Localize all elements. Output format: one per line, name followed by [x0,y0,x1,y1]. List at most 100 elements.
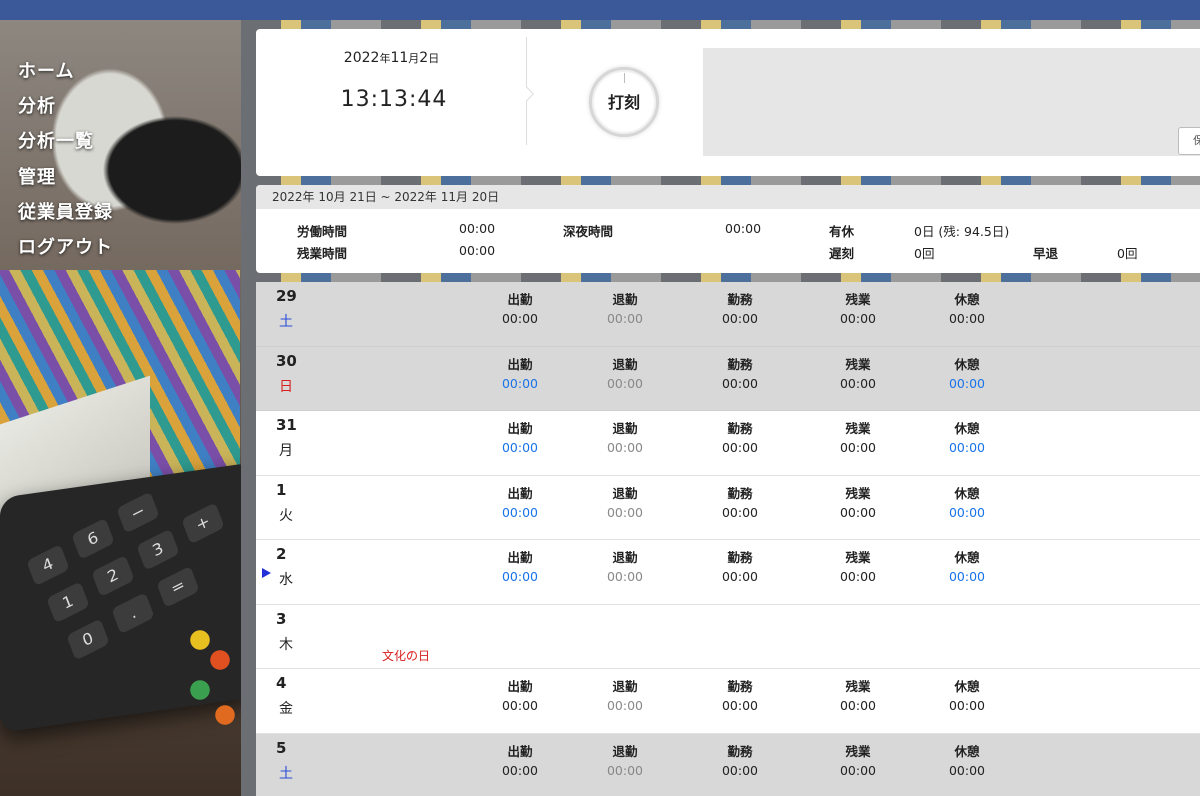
overtime-value: 00:00 [839,311,877,326]
memo-save-button[interactable]: 保 [1178,127,1200,155]
overtime-label: 残業 [845,485,871,501]
day-number: 2 [276,545,287,563]
day-row-29[interactable]: 29 土 出勤 00:00 退勤 00:00 勤務 00:00 残業 00:00 休憩 00:00 [256,282,1200,347]
overtime-label: 残業 [845,356,871,372]
day-number: 31 [276,416,297,434]
day-number: 30 [276,351,297,370]
work-label: 勤務 [727,485,753,501]
current-time: 13:13:44 [340,87,448,112]
day-number: 29 [276,287,297,305]
nav-item-home[interactable]: ホーム [18,61,113,97]
labor-time-value: 00:00 [459,221,496,236]
summary-panel: 2022年 10月 21日 ~ 2022年 11月 20日 労働時間 00:00… [256,185,1200,273]
current-date: 2022年11月2日 [343,50,440,66]
punch-button-label: 打刻 [607,93,640,112]
current-day-marker-icon [262,568,271,578]
day-row-3[interactable]: 3 木 文化の日 [256,604,1200,669]
sidebar: 4 6 − 1 2 3 + 0 . = ホーム 分析 分析一覧 管理 従業員登録… [0,20,255,796]
nav-item-logout[interactable]: ログアウト [18,237,113,273]
break-value: 00:00 [948,762,986,778]
clock-in-label: 出勤 [507,421,533,436]
early-leave-value: 0回 [1117,246,1138,261]
break-value: 00:00 [948,698,986,713]
late-value: 0回 [914,246,935,261]
clock-out-value: 00:00 [606,311,644,326]
break-value[interactable]: 00:00 [927,505,1007,520]
day-row-2[interactable]: 2 水 出勤 00:00 退勤 00:00 勤務 00:00 残業 00:00 休憩 00:00 [256,540,1200,605]
break-value[interactable]: 00:00 [927,440,1007,455]
clock-tick-icon [624,73,625,83]
break-value[interactable]: 00:00 [927,376,1007,391]
clock-in-label: 出勤 [507,292,533,307]
break-value[interactable]: 00:00 [927,569,1007,584]
clock-out-label: 退勤 [612,485,638,501]
clock-in-label: 出勤 [507,679,533,694]
clock-out-label: 退勤 [612,421,638,436]
overtime-label: 残業 [845,421,871,436]
break-label: 休憩 [954,356,980,372]
late-label: 遅刻 [829,246,855,261]
day-row-30[interactable]: 30 日 出勤 00:00 退勤 00:00 勤務 00:00 残業 00:00 休憩 00:00 [256,346,1200,411]
clock-in-value[interactable]: 00:00 [480,505,560,520]
punch-button[interactable]: 打刻 [589,67,659,137]
clock-out-value: 00:00 [606,762,644,778]
day-number: 1 [276,480,287,499]
clock-in-value[interactable]: 00:00 [480,440,560,455]
clock-out-label: 退勤 [612,550,638,565]
clock-in-label: 出勤 [507,550,533,565]
work-value: 00:00 [721,504,759,520]
clock-in-value[interactable]: 00:00 [480,569,560,584]
clock-in-value[interactable]: 00:00 [480,376,560,391]
clock-in-label: 出勤 [507,485,533,501]
overtime-value: 00:00 [839,762,877,778]
day-row-1[interactable]: 1 火 出勤 00:00 退勤 00:00 勤務 00:00 残業 00:00 休憩 00:00 [256,475,1200,540]
break-label: 休憩 [954,292,980,307]
overtime-label: 残業 [845,743,871,759]
memo-textarea[interactable] [703,48,1200,156]
work-value: 00:00 [721,569,759,584]
nav-item-analysis[interactable]: 分析 [18,97,113,132]
work-label: 勤務 [727,550,753,565]
work-label: 勤務 [727,292,753,307]
work-label: 勤務 [727,421,753,436]
day-of-week: 月 [279,443,293,459]
paid-leave-value: 0日 (残: 94.5日) [914,224,1010,239]
work-value: 00:00 [721,311,759,326]
break-label: 休憩 [954,679,980,694]
clock-in-value: 00:00 [501,762,539,778]
day-number: 3 [276,609,287,628]
break-label: 休憩 [954,743,980,759]
day-of-week: 火 [279,507,293,524]
overtime-label: 残業 [845,550,871,565]
nav-item-employee-register[interactable]: 従業員登録 [18,202,113,238]
clock-out-label: 退勤 [612,743,638,759]
clock-out-label: 退勤 [612,679,638,694]
clock-in-label: 出勤 [507,743,533,759]
clock-out-label: 退勤 [612,356,638,372]
day-row-5[interactable]: 5 土 出勤 00:00 退勤 00:00 勤務 00:00 残業 00:00 休憩 00:00 [256,733,1200,796]
clock-out-label: 退勤 [612,292,638,307]
work-value: 00:00 [721,440,759,455]
work-value: 00:00 [721,698,759,713]
clock-out-value: 00:00 [606,504,644,520]
night-time-value: 00:00 [725,221,762,236]
day-row-4[interactable]: 4 金 出勤 00:00 退勤 00:00 勤務 00:00 残業 00:00 休憩 00:00 [256,669,1200,734]
day-row-31[interactable]: 31 月 出勤 00:00 退勤 00:00 勤務 00:00 残業 00:00 休憩 00:00 [256,411,1200,476]
overtime-label: 残業時間 [297,246,348,261]
clock-out-value: 00:00 [606,698,644,713]
nav-item-analysis-list[interactable]: 分析一覧 [18,132,113,167]
early-leave-label: 早退 [1033,246,1059,261]
top-bar [0,0,1200,20]
work-label: 勤務 [727,743,753,759]
clock-out-value: 00:00 [606,569,644,584]
overtime-value: 00:00 [839,504,877,520]
overtime-value: 00:00 [839,569,877,584]
summary-period: 2022年 10月 21日 ~ 2022年 11月 20日 [256,185,1200,209]
clock-out-value: 00:00 [606,440,644,455]
break-label: 休憩 [954,421,980,436]
paid-leave-label: 有休 [829,224,855,239]
day-of-week: 水 [279,572,293,588]
clock-in-value: 00:00 [501,698,539,713]
nav-item-admin[interactable]: 管理 [18,167,113,203]
labor-time-label: 労働時間 [297,224,348,239]
